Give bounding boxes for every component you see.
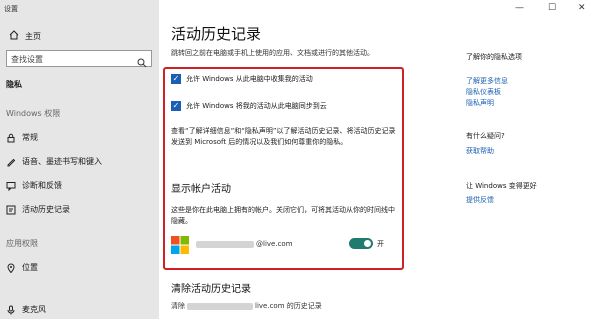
- give-feedback-link[interactable]: 提供反馈: [466, 195, 494, 205]
- have-question-heading: 有什么疑问?: [466, 132, 505, 140]
- sidebar-home[interactable]: 主页: [9, 30, 41, 42]
- sidebar-item-label: 诊断和反馈: [22, 181, 62, 190]
- microsoft-logo-icon: [171, 236, 189, 254]
- home-icon: [9, 30, 19, 42]
- show-accounts-heading: 显示帐户活动: [171, 184, 231, 195]
- lock-icon: [6, 133, 16, 143]
- app-permissions-heading: 应用权限: [6, 239, 38, 248]
- history-icon: [6, 205, 16, 215]
- sidebar-item-diagnostics[interactable]: 诊断和反馈: [6, 180, 62, 191]
- privacy-heading: 隐私: [6, 80, 22, 89]
- privacy-statement-link[interactable]: 隐私声明: [466, 98, 494, 108]
- page-description: 跳转回之前在电脑或手机上使用的应用、文档或进行的其他活动。: [171, 49, 374, 57]
- sidebar-item-activity-history[interactable]: 活动历史记录: [6, 204, 70, 215]
- toggle-knob: [364, 240, 371, 247]
- close-button[interactable]: ✕: [578, 3, 586, 13]
- toggle-state-label: 开: [377, 240, 384, 248]
- clear-history-description: 清除 live.com 的历史记录: [171, 301, 322, 311]
- sidebar-home-label: 主页: [25, 31, 41, 41]
- pen-icon: [6, 157, 16, 167]
- search-icon[interactable]: [137, 53, 147, 68]
- learn-more-link[interactable]: 了解更多信息: [466, 76, 508, 86]
- collect-activity-checkbox-row[interactable]: ✓ 允许 Windows 从此电脑中收集我的活动: [171, 74, 313, 84]
- redacted-email: [196, 240, 254, 248]
- clear-suffix: live.com 的历史记录: [255, 302, 322, 310]
- clear-prefix: 清除: [171, 302, 185, 310]
- know-privacy-heading: 了解你的隐私选项: [466, 53, 522, 61]
- get-help-link[interactable]: 获取帮助: [466, 146, 494, 156]
- make-better-heading: 让 Windows 变得更好: [466, 182, 537, 190]
- window-title: 设置: [4, 5, 18, 13]
- sidebar-item-location[interactable]: 位置: [6, 262, 38, 273]
- search-placeholder: 查找设置: [11, 55, 43, 64]
- sidebar-item-label: 语音、墨迹书写和键入: [22, 157, 102, 166]
- search-input[interactable]: 查找设置: [6, 50, 152, 68]
- windows-permissions-heading: Windows 权限: [6, 109, 61, 118]
- sync-activity-checkbox[interactable]: ✓: [171, 101, 181, 111]
- sidebar-item-general[interactable]: 常规: [6, 132, 38, 143]
- privacy-dashboard-link[interactable]: 隐私仪表板: [466, 87, 501, 97]
- sidebar-item-speech[interactable]: 语音、墨迹书写和键入: [6, 156, 102, 167]
- sidebar-item-label: 麦克风: [22, 305, 46, 314]
- feedback-icon: [6, 181, 16, 191]
- microphone-icon: [6, 305, 16, 315]
- account-activity-toggle[interactable]: [349, 238, 373, 249]
- show-accounts-description: 这些是你在此电脑上拥有的帐户。关闭它们，可将其活动从你的时间线中隐藏。: [171, 206, 395, 225]
- minimize-button[interactable]: —: [515, 3, 524, 13]
- sync-activity-checkbox-row[interactable]: ✓ 允许 Windows 将我的活动从此电脑同步到云: [171, 101, 327, 111]
- page-title: 活动历史记录: [171, 25, 262, 43]
- sidebar-item-label: 位置: [22, 263, 38, 272]
- redacted-email: [187, 302, 253, 310]
- sidebar-item-label: 活动历史记录: [22, 205, 70, 214]
- sidebar-item-label: 常规: [22, 133, 38, 142]
- clear-history-heading: 清除活动历史记录: [171, 284, 251, 295]
- location-icon: [6, 263, 16, 273]
- privacy-info-text: 查看“了解详细信息”和“隐私声明”以了解活动历史记录、将活动历史记录发送到 Mi…: [171, 127, 396, 146]
- maximize-button[interactable]: ☐: [548, 3, 556, 13]
- account-email: @live.com: [196, 240, 293, 248]
- account-email-suffix: @live.com: [256, 240, 293, 248]
- sidebar: 设置 主页 查找设置 隐私 Windows 权限 常规 语音、墨迹书写和键入 诊…: [0, 0, 159, 319]
- collect-activity-checkbox[interactable]: ✓: [171, 74, 181, 84]
- sidebar-item-microphone[interactable]: 麦克风: [6, 304, 46, 315]
- collect-activity-label: 允许 Windows 从此电脑中收集我的活动: [186, 75, 313, 83]
- sync-activity-label: 允许 Windows 将我的活动从此电脑同步到云: [186, 102, 327, 110]
